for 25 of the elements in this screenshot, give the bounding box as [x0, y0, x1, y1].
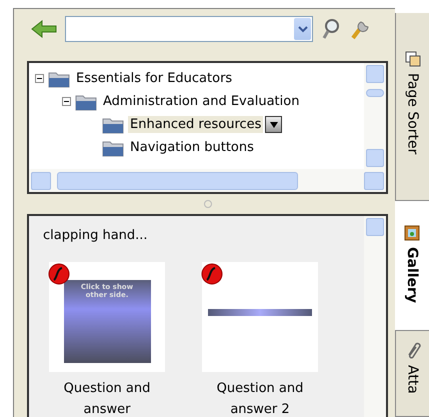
flash-badge-icon	[48, 263, 70, 285]
item-label: clapping hand...	[43, 228, 148, 243]
collapse-icon[interactable]	[62, 97, 71, 106]
splitter-handle[interactable]	[204, 200, 212, 208]
item-label: Question and answer 2	[216, 380, 304, 417]
side-tab[interactable]: Atta	[395, 331, 429, 417]
folder-icon	[102, 138, 124, 156]
tree-item[interactable]: Administration and Evaluation	[101, 93, 302, 110]
flash-badge-icon	[201, 263, 223, 285]
item-label: Question and answer	[62, 380, 152, 417]
picture-frame-icon	[404, 223, 420, 241]
vertical-scrollbar[interactable]	[364, 63, 386, 169]
thumbnail[interactable]	[202, 262, 318, 372]
pages-icon	[404, 51, 420, 67]
collapse-icon[interactable]	[35, 74, 44, 83]
folder-icon	[75, 92, 97, 110]
horizontal-scrollbar[interactable]	[29, 169, 386, 192]
address-combo-box[interactable]	[65, 16, 313, 42]
vertical-scrollbar[interactable]	[364, 216, 386, 417]
tree-item[interactable]: Enhanced resources	[128, 116, 264, 133]
folder-icon	[48, 70, 70, 88]
folder-icon	[102, 116, 124, 134]
side-tab[interactable]: Page Sorter	[395, 13, 429, 201]
tree-item[interactable]: Navigation buttons	[128, 139, 256, 156]
tree-item[interactable]: Essentials for Educators	[74, 70, 234, 87]
